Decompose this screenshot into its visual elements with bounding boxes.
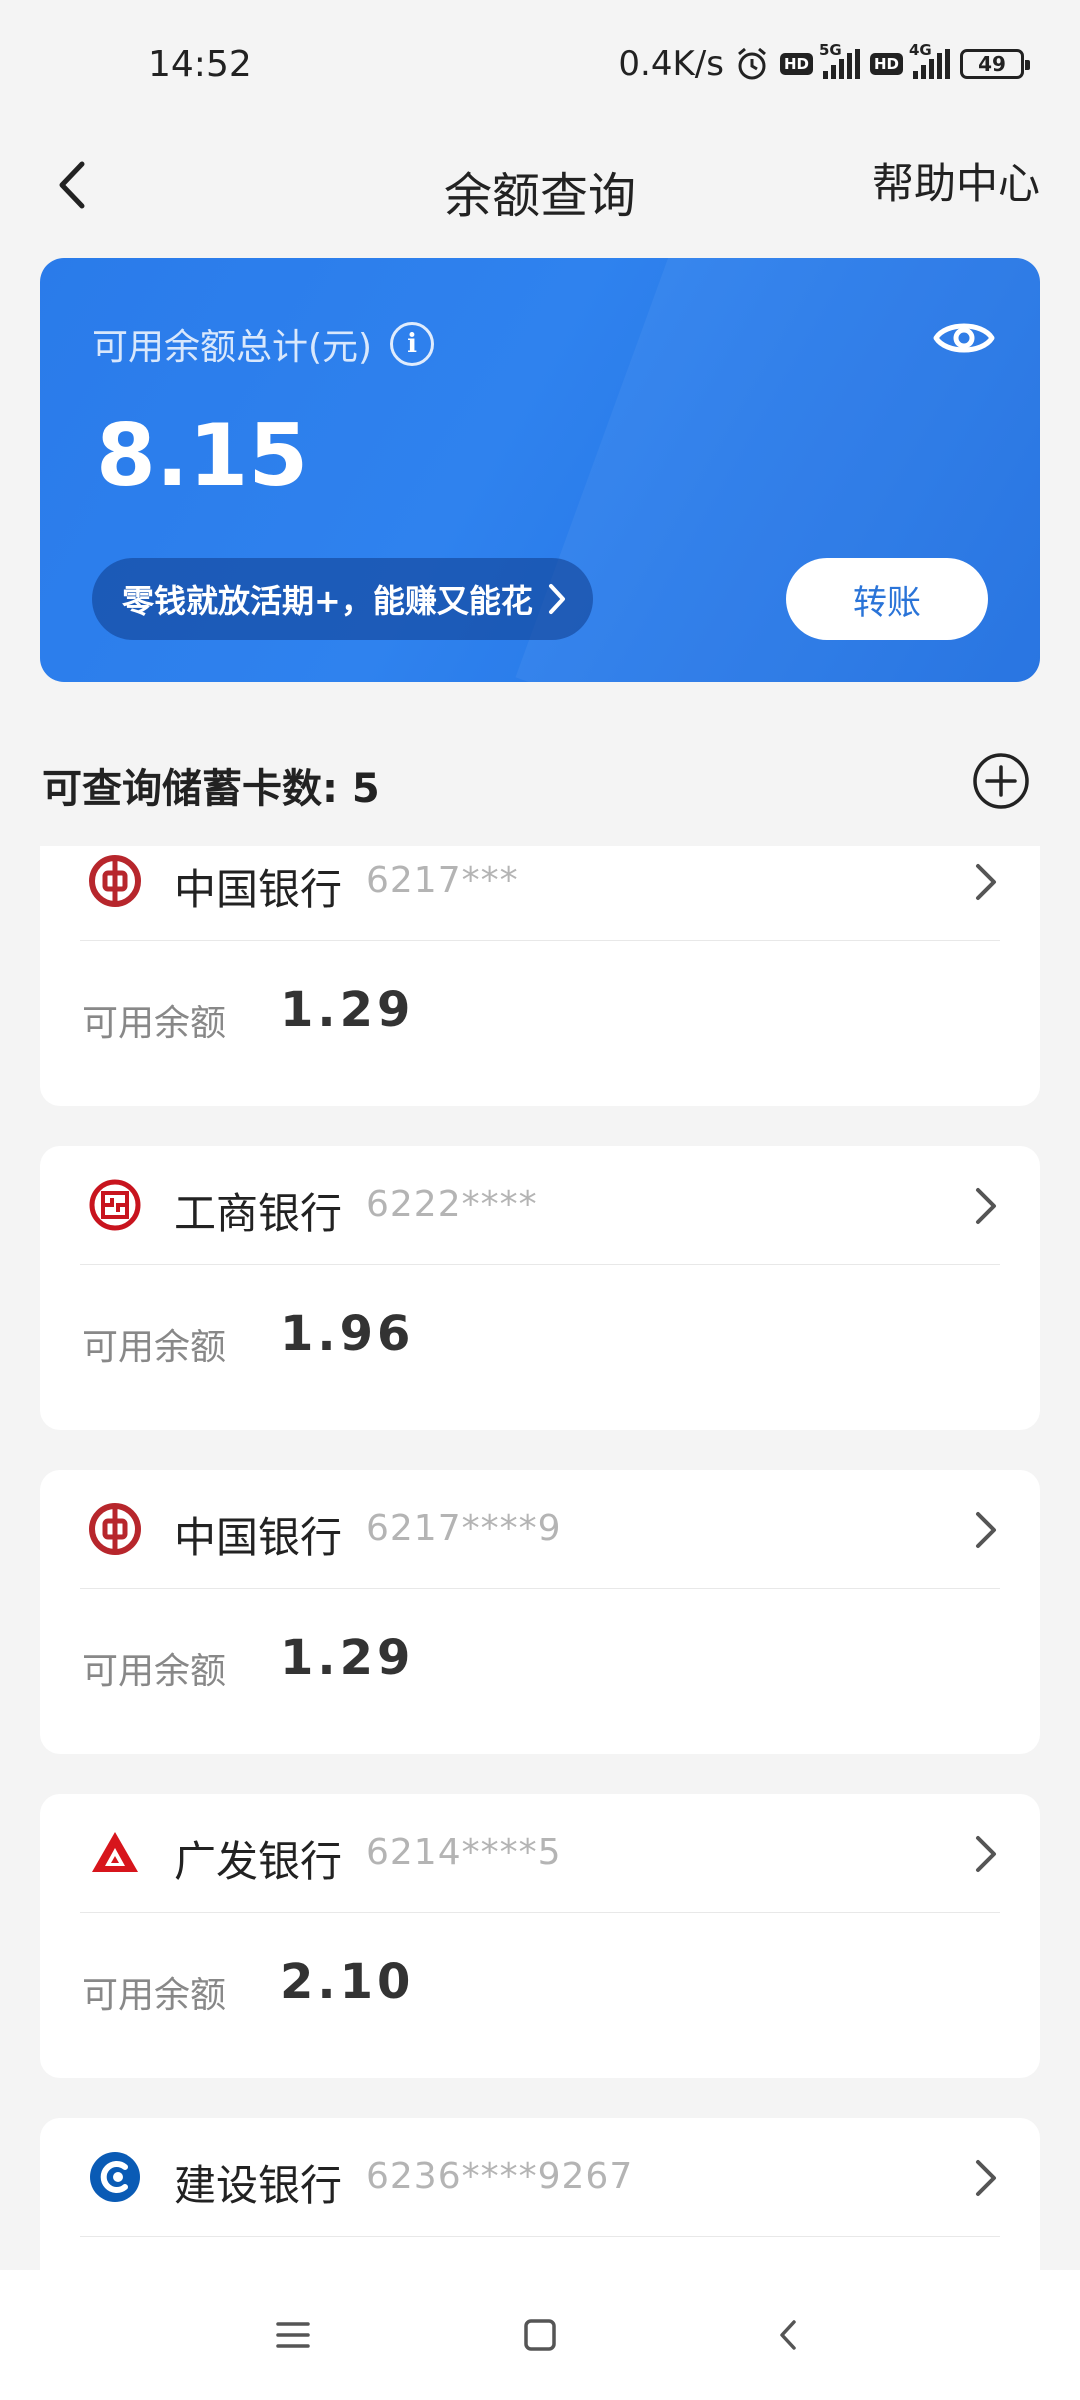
balance-summary-card: 可用余额总计(元) i 8.15 零钱就放活期+，能赚又能花 转账 bbox=[40, 258, 1040, 682]
card-header: 建设银行 6236****9267 bbox=[40, 2118, 1040, 2236]
eye-icon[interactable] bbox=[932, 314, 996, 362]
divider bbox=[80, 1264, 1000, 1265]
bank-card[interactable]: 中国银行 6217*** 可用余额 1.29 bbox=[40, 846, 1040, 1106]
home-square-icon[interactable] bbox=[515, 2310, 565, 2360]
ccb-logo-icon bbox=[90, 2152, 140, 2202]
bank-name: 广发银行 bbox=[174, 1837, 343, 1886]
bank-card-list: 中国银行 6217*** 可用余额 1.29 工商银行 6222**** 可用余… bbox=[40, 846, 1040, 2270]
add-card-button[interactable] bbox=[972, 752, 1030, 810]
balance-value: 2.10 bbox=[280, 1954, 415, 2010]
bank-name: 建设银行 bbox=[174, 2161, 343, 2210]
bank-card[interactable]: 建设银行 6236****9267 bbox=[40, 2118, 1040, 2270]
battery-icon: 49 bbox=[960, 49, 1030, 79]
chevron-right-icon bbox=[976, 864, 996, 900]
bank-card[interactable]: 广发银行 6214****5 可用余额 2.10 bbox=[40, 1794, 1040, 2078]
balance-value: 1.29 bbox=[280, 982, 415, 1038]
help-center-link[interactable]: 帮助中心 bbox=[872, 150, 1040, 211]
icbc-logo-icon bbox=[89, 1179, 141, 1231]
status-time: 14:52 bbox=[148, 44, 252, 85]
balance-label: 可用余额 bbox=[82, 1327, 227, 1368]
balance-value: 1.29 bbox=[280, 1630, 415, 1686]
back-triangle-icon[interactable] bbox=[764, 2310, 814, 2360]
card-number: 6236****9267 bbox=[366, 2156, 634, 2197]
signal-4g-icon: 4G bbox=[909, 41, 950, 79]
net-5g-label: 5G bbox=[818, 41, 842, 59]
promo-text: 零钱就放活期+，能赚又能花 bbox=[122, 582, 533, 620]
bank-name: 工商银行 bbox=[174, 1189, 343, 1238]
bank-card[interactable]: 中国银行 6217****9 可用余额 1.29 bbox=[40, 1470, 1040, 1754]
divider bbox=[80, 1588, 1000, 1589]
total-balance-label: 可用余额总计(元) i bbox=[92, 318, 435, 370]
alarm-icon bbox=[738, 47, 766, 80]
net-speed: 0.4K/s bbox=[618, 44, 724, 84]
hd-badge: HD bbox=[779, 53, 813, 75]
info-icon[interactable]: i bbox=[390, 322, 435, 366]
card-number: 6222**** bbox=[366, 1184, 538, 1225]
divider bbox=[80, 2236, 1000, 2237]
balance-value: 1.96 bbox=[280, 1306, 415, 1362]
card-number: 6217*** bbox=[366, 860, 519, 901]
bank-card[interactable]: 工商银行 6222**** 可用余额 1.96 bbox=[40, 1146, 1040, 1430]
chevron-right-icon bbox=[976, 1836, 996, 1872]
chevron-right-icon bbox=[976, 1512, 996, 1548]
status-bar: 14:52 0.4K/s HD 5G HD 4G 49 bbox=[0, 0, 1080, 130]
chevron-right-icon bbox=[976, 1188, 996, 1224]
card-number: 6217****9 bbox=[366, 1508, 562, 1549]
signal-5g-icon: 5G bbox=[819, 41, 860, 79]
hd-badge-2: HD bbox=[869, 53, 903, 75]
status-icons: 0.4K/s HD 5G HD 4G 49 bbox=[618, 41, 1030, 84]
balance-label: 可用余额 bbox=[82, 1003, 227, 1044]
balance-label: 可用余额 bbox=[82, 1975, 227, 2016]
plus-circle-icon bbox=[973, 753, 1029, 809]
menu-icon[interactable] bbox=[268, 2310, 318, 2360]
transfer-button[interactable]: 转账 bbox=[786, 558, 988, 640]
card-count-title: 可查询储蓄卡数: 5 bbox=[42, 766, 380, 812]
chevron-right-icon bbox=[548, 584, 565, 614]
card-header: 广发银行 6214****5 bbox=[40, 1794, 1040, 1912]
boc-logo-icon bbox=[89, 1503, 141, 1555]
balance-label: 可用余额 bbox=[82, 1651, 227, 1692]
bank-name: 中国银行 bbox=[174, 1513, 343, 1562]
card-header: 中国银行 6217****9 bbox=[40, 1470, 1040, 1588]
bank-name: 中国银行 bbox=[174, 865, 343, 914]
system-nav-bar bbox=[0, 2270, 1080, 2400]
card-header: 中国银行 6217*** bbox=[40, 846, 1040, 940]
chevron-right-icon bbox=[976, 2160, 996, 2196]
net-4g-label: 4G bbox=[909, 41, 932, 59]
divider bbox=[80, 940, 1000, 941]
promo-banner[interactable]: 零钱就放活期+，能赚又能花 bbox=[92, 558, 593, 640]
app-header: 余额查询 帮助中心 bbox=[0, 130, 1080, 240]
card-number: 6214****5 bbox=[366, 1832, 562, 1873]
cgb-logo-icon bbox=[92, 1832, 138, 1872]
total-balance-label-text: 可用余额总计(元) bbox=[92, 327, 373, 368]
divider bbox=[80, 1912, 1000, 1913]
card-header: 工商银行 6222**** bbox=[40, 1146, 1040, 1264]
battery-level: 49 bbox=[978, 52, 1006, 76]
total-balance-amount: 8.15 bbox=[96, 406, 309, 506]
boc-logo-icon bbox=[89, 855, 141, 907]
